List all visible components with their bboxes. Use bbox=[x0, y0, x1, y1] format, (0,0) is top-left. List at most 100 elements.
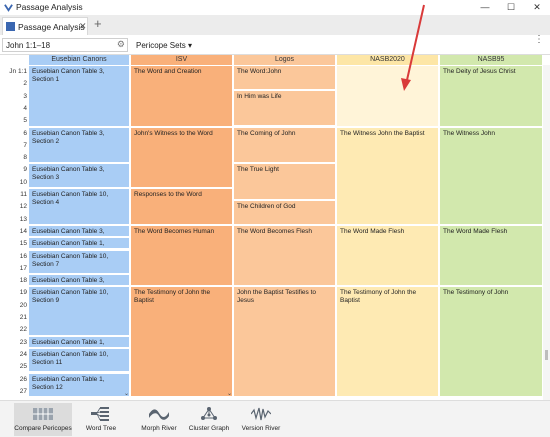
verse-number: 6 bbox=[23, 129, 27, 137]
verse-number: 14 bbox=[19, 227, 27, 235]
pericope-isv[interactable]: The Word Becomes Human bbox=[131, 225, 232, 288]
version-river-button[interactable]: Version River bbox=[232, 403, 290, 436]
verse-number: 11 bbox=[20, 191, 27, 198]
maximize-button[interactable]: ☐ bbox=[498, 0, 524, 15]
verse-number: 4 bbox=[23, 104, 27, 112]
verse-number: 23 bbox=[19, 338, 27, 346]
verse-number: 18 bbox=[19, 277, 27, 285]
pericope-isv[interactable]: John's Witness to the Word bbox=[131, 127, 232, 189]
column-header-nasb95[interactable]: NASB95 bbox=[440, 55, 542, 65]
version-river-label: Version River bbox=[241, 425, 281, 432]
verse-number: 21 bbox=[19, 314, 27, 321]
title-bar: Passage Analysis — ☐ ✕ bbox=[0, 0, 550, 15]
pericope-euseb[interactable]: Eusebian Canon Table 3, Section 2 bbox=[29, 127, 129, 165]
pericope-logos[interactable]: The True Light bbox=[234, 164, 335, 202]
verse-number: 9 bbox=[23, 166, 27, 174]
verse-number: 17 bbox=[19, 264, 27, 272]
reference-settings-icon[interactable]: ⚙ bbox=[117, 39, 125, 50]
verse-number: 22 bbox=[19, 326, 27, 334]
pericope-logos[interactable]: In Him was Life bbox=[234, 90, 335, 128]
pericope-sets-dropdown[interactable]: Pericope Sets ▾ bbox=[136, 41, 192, 50]
tab-passage-analysis[interactable]: Passage Analysis ✕ bbox=[2, 17, 88, 35]
pericope-euseb[interactable]: Eusebian Canon Table 10, Section 9 bbox=[29, 287, 129, 337]
verse-number: 16 bbox=[19, 252, 27, 260]
more-menu-button[interactable]: ⋮ bbox=[534, 35, 544, 45]
pericope-euseb[interactable]: Eusebian Canon Table 1, Section 10 bbox=[29, 336, 129, 349]
compare-pericopes-button[interactable]: Compare Pericopes bbox=[14, 403, 72, 436]
pericope-logos[interactable]: The Coming of John bbox=[234, 127, 335, 165]
verse-number: 10 bbox=[19, 178, 27, 186]
pericope-euseb[interactable]: Eusebian Canon Table 10, Section 4 bbox=[29, 189, 129, 226]
pericope-euseb[interactable]: Eusebian Canon Table 3, Section 5 bbox=[29, 225, 129, 239]
reference-value: John 1:1–18 bbox=[6, 41, 51, 50]
pericope-nasb20[interactable] bbox=[337, 66, 438, 128]
cluster-graph-icon bbox=[201, 407, 217, 420]
version-river-icon bbox=[251, 407, 271, 421]
pericope-euseb[interactable]: Eusebian Canon Table 3, Section 1 bbox=[29, 66, 129, 128]
verse-number: Jn 1:1 bbox=[9, 68, 27, 75]
word-tree-icon bbox=[91, 407, 109, 421]
pericope-isv[interactable]: The Testimony of John the Baptist bbox=[131, 287, 232, 399]
compare-pericopes-label: Compare Pericopes bbox=[14, 425, 72, 432]
verse-number: 25 bbox=[19, 363, 27, 371]
scrollbar-thumb[interactable] bbox=[545, 350, 548, 360]
tab-bar: Passage Analysis ✕ + bbox=[0, 15, 550, 35]
pericope-nasb95[interactable]: The Witness John bbox=[440, 127, 542, 226]
toolbar: John 1:1–18 ⚙ Pericope Sets ▾ ⋮ bbox=[0, 35, 550, 55]
column-header-nasb20[interactable]: NASB2020 bbox=[337, 55, 438, 65]
pericope-sets-label: Pericope Sets bbox=[136, 41, 186, 50]
verse-number: 13 bbox=[19, 215, 27, 223]
tab-close-icon[interactable]: ✕ bbox=[79, 21, 87, 32]
column-header-logos[interactable]: Logos bbox=[234, 55, 335, 65]
pericope-nasb95[interactable]: The Testimony of John bbox=[440, 287, 542, 399]
verse-number: 7 bbox=[23, 141, 27, 149]
pericope-nasb20[interactable]: The Word Made Flesh bbox=[337, 225, 438, 288]
passage-analysis-icon bbox=[6, 22, 15, 31]
pericope-logos[interactable]: John the Baptist Testifies to Jesus bbox=[234, 287, 335, 399]
pericope-nasb20[interactable]: The Witness John the Baptist bbox=[337, 127, 438, 226]
word-tree-button[interactable]: Word Tree bbox=[72, 403, 130, 436]
pericope-logos[interactable]: The Word Becomes Flesh bbox=[234, 225, 335, 288]
new-tab-button[interactable]: + bbox=[94, 17, 102, 31]
isv-scroll-down-icon[interactable]: ⌄ bbox=[227, 390, 232, 397]
pericope-grid: Eusebian Canons ISV Logos NASB2020 NASB95 Jn … bbox=[0, 55, 550, 400]
pericope-euseb[interactable]: Eusebian Canon Table 3, Section 8 bbox=[29, 275, 129, 288]
pericope-nasb95[interactable]: The Word Made Flesh bbox=[440, 225, 542, 288]
pericope-euseb[interactable]: Eusebian Canon Table 1, Section 6 bbox=[29, 238, 129, 251]
cluster-graph-label: Cluster Graph bbox=[188, 425, 230, 432]
verse-number: 27 bbox=[19, 387, 27, 395]
compare-pericopes-icon bbox=[33, 408, 53, 420]
morph-river-icon bbox=[149, 409, 169, 420]
minimize-button[interactable]: — bbox=[472, 0, 498, 15]
pericope-euseb[interactable]: Eusebian Canon Table 10, Section 7 bbox=[29, 250, 129, 276]
reference-input[interactable]: John 1:1–18 ⚙ bbox=[2, 38, 128, 52]
word-tree-label: Word Tree bbox=[85, 425, 117, 432]
pericope-nasb20[interactable]: The Testimony of John the Baptist bbox=[337, 287, 438, 399]
window-title: Passage Analysis bbox=[16, 2, 83, 12]
pericope-euseb[interactable]: Eusebian Canon Table 1, Section 12 bbox=[29, 373, 129, 399]
pericope-euseb[interactable]: Eusebian Canon Table 3, Section 3 bbox=[29, 164, 129, 189]
verse-number: 8 bbox=[23, 154, 27, 162]
verse-number: 20 bbox=[19, 301, 27, 309]
column-header-isv[interactable]: ISV bbox=[131, 55, 232, 65]
tab-label: Passage Analysis bbox=[18, 22, 85, 32]
pericope-euseb[interactable]: Eusebian Canon Table 10, Section 11 bbox=[29, 348, 129, 374]
pericope-logos[interactable]: The Children of God bbox=[234, 201, 335, 226]
verse-number: 2 bbox=[23, 80, 27, 88]
verse-number: 15 bbox=[19, 240, 27, 248]
verse-number: 24 bbox=[19, 350, 27, 358]
pericope-isv[interactable]: Responses to the Word bbox=[131, 189, 232, 226]
visualization-toolbar: Compare Pericopes Word Tree Morph River … bbox=[0, 400, 550, 437]
verse-number: 19 bbox=[19, 289, 27, 297]
verse-number: 3 bbox=[23, 92, 27, 100]
column-header-euseb[interactable]: Eusebian Canons bbox=[29, 55, 129, 65]
pericope-logos[interactable]: The Word:John bbox=[234, 66, 335, 91]
euseb-scroll-down-icon[interactable]: ⌄ bbox=[124, 390, 129, 397]
vertical-scrollbar[interactable] bbox=[543, 65, 550, 400]
pericope-isv[interactable]: The Word and Creation bbox=[131, 66, 232, 128]
cluster-graph-button[interactable]: Cluster Graph bbox=[180, 403, 238, 436]
verse-number: 26 bbox=[19, 375, 27, 383]
pericope-nasb95[interactable]: The Deity of Jesus Christ bbox=[440, 66, 542, 128]
verse-number: 12 bbox=[19, 203, 27, 211]
close-window-button[interactable]: ✕ bbox=[524, 0, 550, 15]
